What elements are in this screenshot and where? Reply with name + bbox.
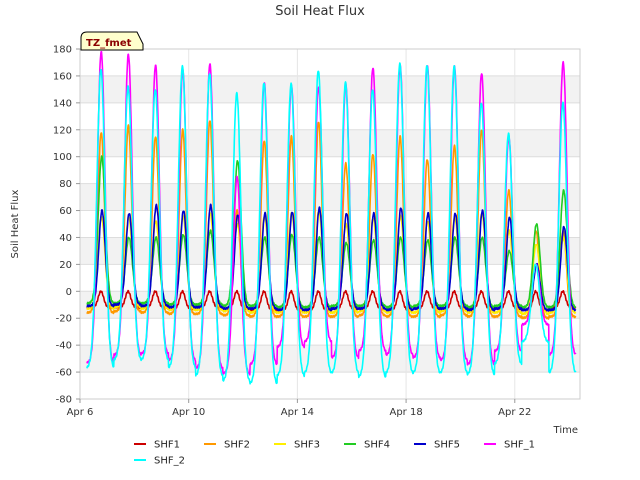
y-axis-label: Soil Heat Flux [10, 189, 21, 258]
chart-title: Soil Heat Flux [275, 4, 365, 19]
plot-band [80, 102, 580, 130]
y-tick-label: -20 [56, 314, 72, 325]
station-badge: TZ_fmet [80, 31, 144, 51]
legend-label: SHF5 [434, 440, 460, 451]
legend-label: SHF4 [364, 440, 390, 451]
x-tick-label: Apr 22 [498, 407, 531, 418]
legend-label: SHF3 [294, 440, 320, 451]
legend-label: SHF_1 [504, 440, 535, 451]
x-axis-label: Time [553, 425, 578, 436]
plot-band [80, 372, 580, 399]
y-tick-label: 0 [66, 287, 72, 298]
soil-heat-flux-chart: Soil Heat Flux -80 -60 -40 -20 0 20 40 60 80 100 1… [0, 0, 640, 480]
x-tick-label: Apr 6 [67, 407, 94, 418]
y-tick-label: 160 [53, 71, 72, 82]
y-tick-label: 120 [53, 125, 72, 136]
y-tick-label: 140 [53, 98, 72, 109]
legend-label: SHF1 [154, 440, 180, 451]
x-tick-label: Apr 18 [389, 407, 422, 418]
y-tick-label: 100 [53, 152, 72, 163]
legend-label: SHF2 [224, 440, 250, 451]
y-tick-label: 40 [59, 233, 72, 244]
y-tick-label: 20 [59, 260, 72, 271]
plot-band [80, 291, 580, 319]
badge-label: TZ_fmet [86, 38, 132, 49]
y-tick-label: 80 [59, 179, 72, 190]
legend-label: SHF_2 [154, 456, 185, 467]
y-tick-label: 60 [59, 206, 72, 217]
y-tick-label: -40 [56, 341, 72, 352]
plot-band [80, 156, 580, 184]
y-tick-label: 180 [53, 45, 72, 56]
y-tick-label: -80 [56, 395, 72, 406]
x-tick-label: Apr 10 [172, 407, 205, 418]
y-tick-label: -60 [56, 368, 72, 379]
x-tick-label: Apr 14 [281, 407, 314, 418]
